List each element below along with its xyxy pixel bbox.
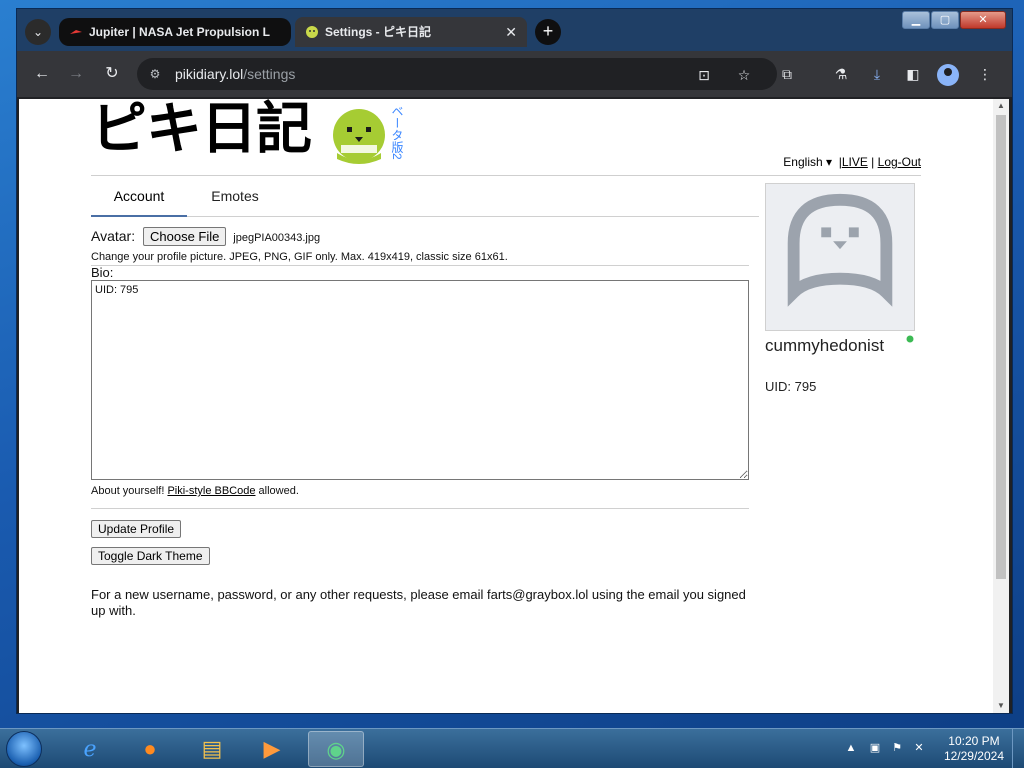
back-arrow-icon[interactable]: ← [31, 63, 53, 85]
download-icon[interactable]: ⤓ [867, 64, 887, 84]
tab-title: Settings - ピキ日記 [325, 25, 432, 39]
labs-flask-icon[interactable]: ⚗ [831, 64, 851, 84]
show-hidden-icons-icon[interactable]: ▲ [844, 741, 858, 755]
clock-time: 10:20 PM [948, 734, 1000, 748]
internet-explorer-icon[interactable]: ℯ [62, 731, 118, 767]
profile-username[interactable]: cummyhedonist [765, 335, 905, 356]
network-icon[interactable]: ▣ [868, 741, 882, 755]
update-profile-button[interactable]: Update Profile [91, 520, 182, 538]
close-tab-icon[interactable]: ✕ [505, 17, 517, 47]
tab-title: Jupiter | NASA Jet Propulsion L [89, 25, 270, 39]
site-logo[interactable]: ピキ日記 ベータ版2 [91, 99, 411, 167]
bio-textarea[interactable]: UID: 795 [91, 280, 749, 480]
tab-search-button[interactable]: ⌄ [25, 19, 51, 45]
clock-date: 12/29/2024 [943, 749, 1004, 763]
close-window-button[interactable]: ✕ [960, 11, 1006, 29]
tab-strip: ⌄ Jupiter | NASA Jet Propulsion L Settin… [17, 9, 1012, 51]
site-info-icon[interactable]: ⚙ [147, 66, 163, 82]
language-label: English [783, 155, 823, 169]
menu-kebab-icon[interactable]: ⋮ [975, 64, 995, 84]
chosen-file-name: jpegPIA00343.jpg [233, 232, 321, 244]
start-button[interactable] [6, 731, 42, 767]
avatar-hint: Change your profile picture. JPEG, PNG, … [91, 251, 508, 263]
url-path: /settings [243, 66, 296, 82]
tab-nasa-jupiter[interactable]: Jupiter | NASA Jet Propulsion L [59, 18, 291, 46]
scroll-thumb[interactable] [996, 115, 1006, 579]
url-host: pikidiary.lol [175, 66, 244, 82]
status-icon [906, 335, 914, 343]
side-panel-icon[interactable]: ◧ [903, 64, 923, 84]
divider [91, 508, 749, 509]
language-select[interactable]: English ▾ [783, 155, 832, 169]
file-explorer-icon[interactable]: ▤ [184, 731, 240, 767]
bbcode-link[interactable]: Piki-style BBCode [167, 485, 255, 497]
page-viewport: ピキ日記 ベータ版2 English ▾ |LIVE | Log-Out Acc… [19, 99, 993, 713]
avatar[interactable] [765, 183, 915, 331]
extensions-icon[interactable]: ⧉ [777, 64, 797, 84]
top-links: English ▾ |LIVE | Log-Out [783, 155, 921, 169]
logout-link[interactable]: Log-Out [878, 155, 921, 169]
clock[interactable]: 10:20 PM 12/29/2024 [944, 734, 1004, 764]
window-controls: ▁ ▢ ✕ [901, 11, 1006, 31]
choose-file-button[interactable]: Choose File [143, 227, 227, 246]
bio-hint-suffix: allowed. [258, 485, 299, 497]
settings-tabs: Account Emotes [91, 177, 759, 217]
bookmark-star-icon[interactable]: ☆ [735, 66, 753, 84]
mascot-icon [333, 109, 385, 164]
live-link[interactable]: LIVE [842, 155, 868, 169]
windows-taskbar: ℯ ● ▤ ▶ ◉ ▲ ▣ ⚑ ✕ 10:20 PM 12/29/2024 [0, 728, 1024, 768]
logo-text: ピキ日記 [91, 99, 312, 162]
profile-avatar-icon[interactable] [937, 64, 959, 86]
profile-uid: UID: 795 [765, 379, 817, 394]
media-player-icon[interactable]: ▶ [244, 731, 300, 767]
action-center-flag-icon[interactable]: ⚑ [890, 741, 904, 755]
chrome-window: ⌄ Jupiter | NASA Jet Propulsion L Settin… [16, 8, 1013, 714]
account-requests-note: For a new username, password, or any oth… [91, 587, 746, 618]
scroll-down-icon[interactable]: ▼ [993, 699, 1009, 713]
bio-label: Bio: [91, 265, 114, 280]
chrome-icon[interactable]: ◉ [308, 731, 364, 767]
forward-arrow-icon[interactable]: → [65, 63, 87, 85]
chevron-down-icon: ▾ [826, 155, 833, 169]
toggle-dark-theme-button[interactable]: Toggle Dark Theme [91, 547, 210, 565]
beta-label: ベータ版2 [390, 105, 404, 160]
browser-toolbar: ← → ↻ ⚙ pikidiary.lol/settings ⊡ ☆ ⧉ ⚗ ⤓… [17, 51, 1012, 97]
new-tab-button[interactable]: + [535, 19, 561, 45]
bio-hint-prefix: About yourself! [91, 485, 165, 497]
show-desktop-button[interactable] [1012, 729, 1024, 768]
reload-icon[interactable]: ↻ [101, 63, 123, 85]
header-divider [91, 175, 921, 176]
minimize-button[interactable]: ▁ [902, 11, 930, 29]
address-bar[interactable]: ⚙ pikidiary.lol/settings ⊡ ☆ [137, 58, 777, 90]
scroll-up-icon[interactable]: ▲ [993, 99, 1009, 113]
piki-mascot-icon [306, 26, 318, 38]
tab-emotes[interactable]: Emotes [187, 177, 283, 217]
tab-account[interactable]: Account [91, 177, 187, 217]
avatar-label: Avatar: [91, 228, 136, 244]
tab-settings[interactable]: Settings - ピキ日記 ✕ [295, 17, 527, 47]
firefox-icon[interactable]: ● [122, 731, 178, 767]
nasa-jpl-icon [70, 30, 82, 34]
page-scrollbar[interactable]: ▲ ▼ [993, 99, 1009, 713]
bio-hint: About yourself! Piki-style BBCode allowe… [91, 485, 299, 497]
url-text: pikidiary.lol/settings [175, 66, 295, 82]
volume-muted-icon[interactable]: ✕ [912, 741, 926, 755]
maximize-button[interactable]: ▢ [931, 11, 959, 29]
divider [91, 265, 749, 266]
install-app-icon[interactable]: ⊡ [695, 66, 713, 84]
avatar-row: Avatar: Choose File jpegPIA00343.jpg [91, 227, 320, 249]
